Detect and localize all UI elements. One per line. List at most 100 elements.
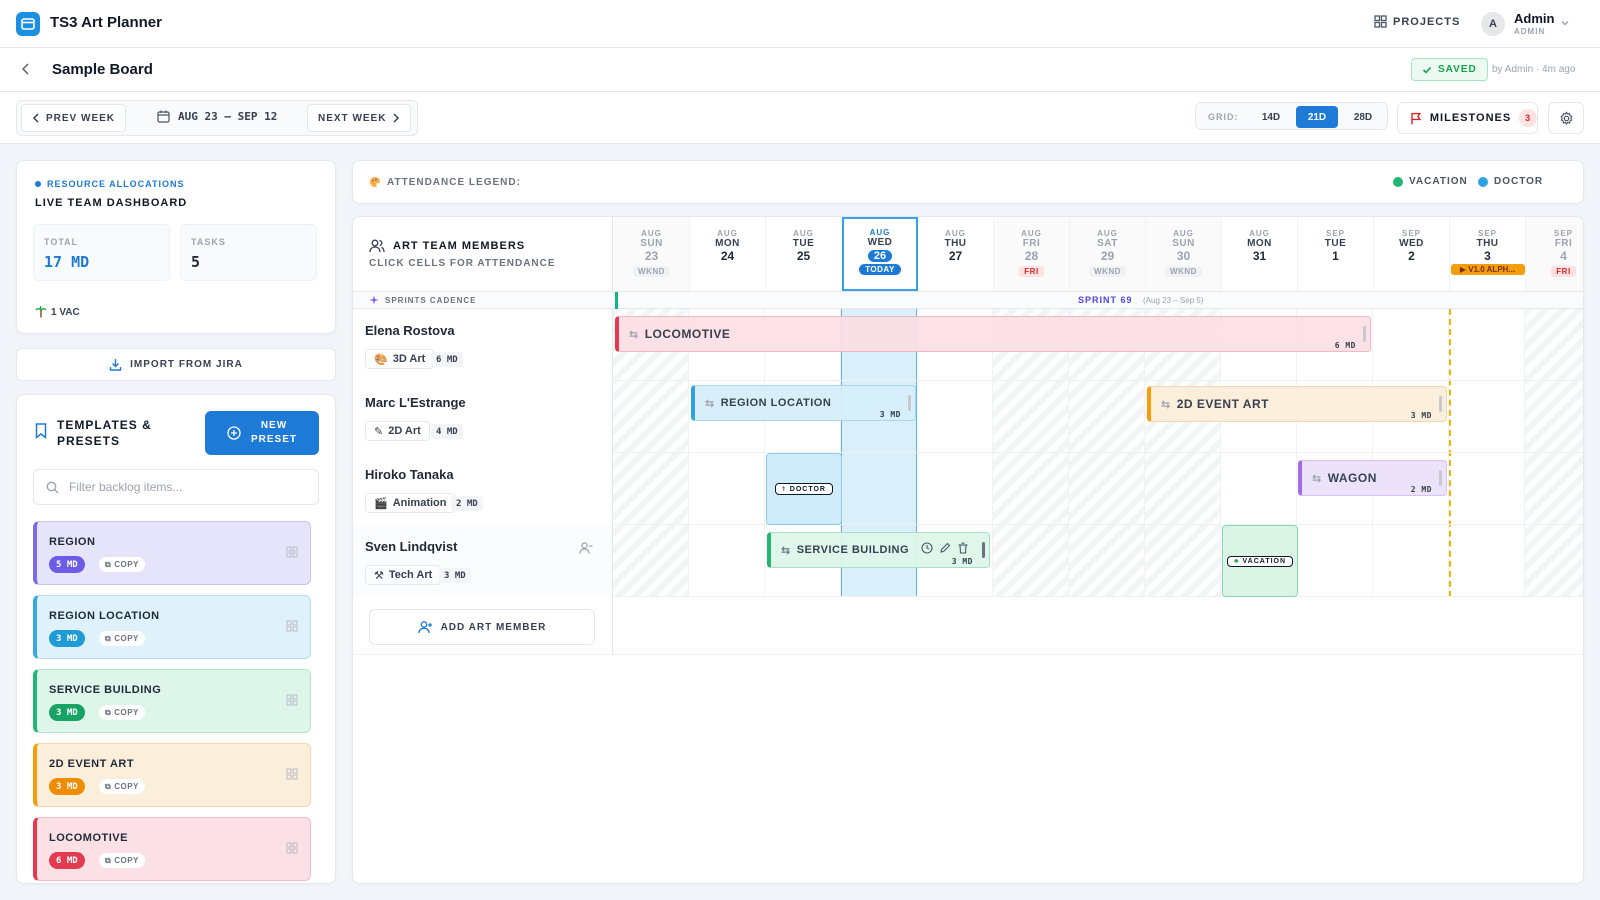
top-bar: TS3 Art Planner PROJECTS A Admin ADMIN xyxy=(0,0,1600,48)
day-header-today[interactable]: AUG WED 26 TODAY xyxy=(842,217,918,291)
grid-option-21d[interactable]: 21D xyxy=(1296,106,1338,128)
prev-week-button[interactable]: PREV WEEK xyxy=(21,104,127,132)
next-week-label: NEXT WEEK xyxy=(318,112,387,124)
status-dot-icon xyxy=(35,181,41,187)
drag-grip-icon[interactable] xyxy=(286,546,298,561)
avatar[interactable]: A xyxy=(1481,12,1505,36)
task-md: 3 MD xyxy=(1410,411,1432,420)
day-header[interactable]: AUG MON 31 xyxy=(1222,217,1298,291)
task-bar-2d-event-art[interactable]: ⇆ 2D EVENT ART 3 MD xyxy=(1147,386,1447,422)
total-stat-label: TOTAL xyxy=(44,237,79,247)
sprint-name[interactable]: SPRINT 69 xyxy=(1078,295,1133,305)
day-header[interactable]: AUG TUE 25 xyxy=(766,217,842,291)
template-item[interactable]: SERVICE BUILDING 3 MD ⧉ COPY xyxy=(33,669,311,733)
import-label: IMPORT FROM JIRA xyxy=(130,359,243,370)
template-name: SERVICE BUILDING xyxy=(49,684,162,696)
resize-handle[interactable] xyxy=(1363,326,1366,342)
member-md-badge: 3 MD xyxy=(439,568,471,583)
vacation-summary: 1 VAC xyxy=(35,306,80,318)
new-preset-button[interactable]: NEW PRESET xyxy=(205,411,319,455)
grid-option-28d[interactable]: 28D xyxy=(1342,106,1384,128)
day-header[interactable]: AUG THU 27 xyxy=(918,217,994,291)
filter-backlog-input[interactable]: Filter backlog items... xyxy=(33,469,319,505)
day-header[interactable]: SEP FRI 4 FRI xyxy=(1526,217,1583,291)
day-month: AUG xyxy=(641,229,662,238)
template-copy-button[interactable]: ⧉ COPY xyxy=(99,557,145,572)
resize-handle[interactable] xyxy=(1439,396,1442,412)
milestones-button[interactable]: MILESTONES 3 xyxy=(1397,102,1538,134)
day-header[interactable]: AUG SAT 29 WKND xyxy=(1070,217,1146,291)
day-header[interactable]: AUG SUN 30 WKND xyxy=(1146,217,1222,291)
resize-handle[interactable] xyxy=(908,395,911,411)
next-week-button[interactable]: NEXT WEEK xyxy=(307,104,412,132)
remove-member-icon[interactable] xyxy=(579,541,593,558)
template-md-badge: 3 MD xyxy=(49,778,85,795)
user-name[interactable]: Admin xyxy=(1514,11,1554,26)
member-md-badge: 2 MD xyxy=(451,496,483,511)
day-header[interactable]: AUG SUN 23 WKND xyxy=(614,217,690,291)
edit-icon[interactable] xyxy=(939,542,951,554)
day-of-week: FRI xyxy=(1554,238,1573,249)
day-header[interactable]: SEP TUE 1 xyxy=(1298,217,1374,291)
template-name: REGION xyxy=(49,536,96,548)
copy-icon: ⧉ xyxy=(105,559,112,569)
date-range-label: AUG 23 — SEP 12 xyxy=(178,110,278,123)
drag-grip-icon[interactable] xyxy=(286,842,298,857)
drag-grip-icon[interactable] xyxy=(286,620,298,635)
legend-item-doctor: DOCTOR xyxy=(1478,176,1543,187)
back-chevron-icon[interactable] xyxy=(20,62,32,79)
app-title: TS3 Art Planner xyxy=(50,14,162,31)
resize-handle[interactable] xyxy=(982,542,985,558)
date-range[interactable]: AUG 23 — SEP 12 xyxy=(157,110,277,123)
template-md-badge: 3 MD xyxy=(49,630,85,647)
projects-button[interactable]: PROJECTS xyxy=(1374,15,1460,28)
link-icon: ⇆ xyxy=(1312,472,1322,485)
template-copy-button[interactable]: ⧉ COPY xyxy=(99,631,145,646)
member-info[interactable]: Hiroko Tanaka 🎬 Animation 2 MD xyxy=(353,453,613,525)
resize-handle[interactable] xyxy=(1439,470,1442,486)
chevron-down-icon[interactable] xyxy=(1560,17,1570,31)
clock-icon[interactable] xyxy=(921,542,933,554)
task-bar-service-building[interactable]: ⇆ SERVICE BUILDING 3 MD xyxy=(767,532,990,568)
member-info[interactable]: Elena Rostova 🎨 3D Art 6 MD xyxy=(353,309,613,381)
task-bar-region-location[interactable]: ⇆ REGION LOCATION 3 MD xyxy=(691,385,916,421)
grid-option-14d[interactable]: 14D xyxy=(1250,106,1292,128)
template-copy-button[interactable]: ⧉ COPY xyxy=(99,853,145,868)
import-from-jira-button[interactable]: IMPORT FROM JIRA xyxy=(16,348,336,381)
add-user-icon xyxy=(417,621,432,634)
member-info[interactable]: Marc L'Estrange ✎ 2D Art 4 MD xyxy=(353,381,613,453)
template-copy-button[interactable]: ⧉ COPY xyxy=(99,779,145,794)
task-bar-locomotive[interactable]: ⇆ LOCOMOTIVE 6 MD xyxy=(615,316,1371,352)
trash-icon[interactable] xyxy=(957,542,969,554)
sprint-cadence-text: SPRINTS CADENCE xyxy=(385,295,477,305)
add-art-member-button[interactable]: ADD ART MEMBER xyxy=(369,609,595,645)
absence-vacation[interactable]: ♣ VACATION xyxy=(1222,525,1298,597)
template-item[interactable]: REGION LOCATION 3 MD ⧉ COPY xyxy=(33,595,311,659)
day-header[interactable]: AUG MON 24 xyxy=(690,217,766,291)
day-of-week: TUE xyxy=(792,238,815,249)
total-stat-value: 17 MD xyxy=(44,253,90,271)
day-header[interactable]: SEP THU 3 ▶ V1.0 ALPH... xyxy=(1450,217,1526,291)
absence-doctor[interactable]: ⚕ DOCTOR xyxy=(766,453,842,525)
add-member-cell: ADD ART MEMBER xyxy=(353,597,613,655)
template-item[interactable]: REGION 5 MD ⧉ COPY xyxy=(33,521,311,585)
task-bar-wagon[interactable]: ⇆ WAGON 2 MD xyxy=(1298,460,1447,496)
template-item[interactable]: LOCOMOTIVE 6 MD ⧉ COPY xyxy=(33,817,311,881)
plus-circle-icon xyxy=(227,426,241,440)
template-copy-button[interactable]: ⧉ COPY xyxy=(99,705,145,720)
team-dashboard-card: RESOURCE ALLOCATIONS LIVE TEAM DASHBOARD… xyxy=(16,160,336,334)
day-month: AUG xyxy=(869,228,891,237)
settings-button[interactable] xyxy=(1548,102,1584,134)
template-item[interactable]: 2D EVENT ART 3 MD ⧉ COPY xyxy=(33,743,311,807)
projects-label: PROJECTS xyxy=(1393,15,1461,28)
day-header[interactable]: SEP WED 2 xyxy=(1374,217,1450,291)
team-header: ART TEAM MEMBERS CLICK CELLS FOR ATTENDA… xyxy=(353,217,613,291)
palette-icon xyxy=(370,177,380,187)
day-month: SEP xyxy=(1401,229,1421,238)
member-info[interactable]: Sven Lindqvist ⚒ Tech Art 3 MD xyxy=(353,525,613,597)
day-header[interactable]: AUG FRI 28 FRI xyxy=(994,217,1070,291)
day-of-week: TUE xyxy=(1324,238,1347,249)
drag-grip-icon[interactable] xyxy=(286,768,298,783)
drag-grip-icon[interactable] xyxy=(286,694,298,709)
milestone-tag[interactable]: ▶ V1.0 ALPH... xyxy=(1450,264,1525,275)
